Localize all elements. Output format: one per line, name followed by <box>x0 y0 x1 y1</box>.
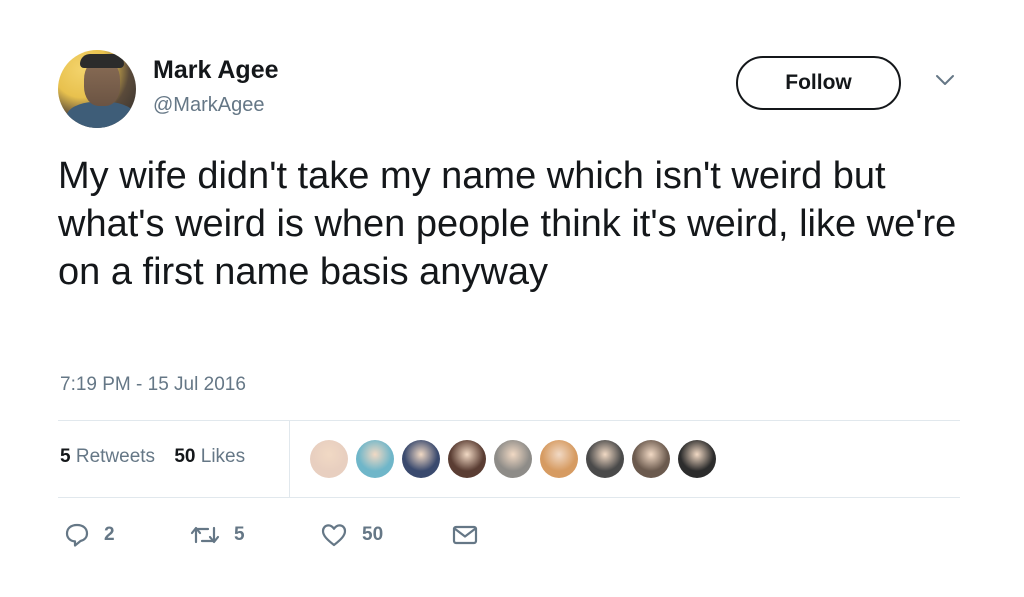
likes-stat-label: Likes <box>200 446 246 467</box>
message-icon <box>452 524 478 546</box>
retweet-count: 5 <box>234 524 245 545</box>
engagement-stats: 5 Retweets 50 Likes <box>60 446 259 468</box>
retweets-stat[interactable]: 5 Retweets <box>60 446 155 468</box>
divider-top <box>58 420 960 421</box>
avatar-hat <box>80 54 124 68</box>
liker-avatar[interactable] <box>540 440 578 478</box>
liker-avatar[interactable] <box>310 440 348 478</box>
liker-avatar[interactable] <box>494 440 532 478</box>
liker-avatar[interactable] <box>448 440 486 478</box>
reply-count: 2 <box>104 524 115 545</box>
stats-divider <box>289 421 290 497</box>
like-count: 50 <box>362 524 384 545</box>
like-action[interactable]: 50 <box>320 520 383 550</box>
tweet-timestamp[interactable]: 7:19 PM - 15 Jul 2016 <box>60 374 246 396</box>
like-icon <box>320 522 348 548</box>
liker-avatar[interactable] <box>356 440 394 478</box>
author-display-name[interactable]: Mark Agee <box>153 56 279 85</box>
liker-avatar[interactable] <box>632 440 670 478</box>
liker-avatar[interactable] <box>586 440 624 478</box>
tweet-text: My wife didn't take my name which isn't … <box>58 155 957 293</box>
tweet-card: Mark Agee @MarkAgee Follow My wife didn'… <box>0 0 1024 597</box>
liker-avatar[interactable] <box>678 440 716 478</box>
retweets-stat-count: 5 <box>60 446 71 467</box>
follow-button[interactable]: Follow <box>736 56 901 110</box>
author-handle[interactable]: @MarkAgee <box>153 94 264 117</box>
reply-icon <box>64 522 90 548</box>
retweets-stat-label: Retweets <box>75 446 156 467</box>
author-avatar[interactable] <box>58 50 136 128</box>
likes-stat[interactable]: 50 Likes <box>174 446 245 468</box>
chevron-down-icon[interactable] <box>934 72 956 88</box>
liker-avatar[interactable] <box>402 440 440 478</box>
direct-message-action[interactable] <box>452 520 478 550</box>
likes-stat-count: 50 <box>174 446 196 467</box>
reply-action[interactable]: 2 <box>64 520 115 550</box>
retweet-action[interactable]: 5 <box>190 520 245 550</box>
divider-bottom <box>58 497 960 498</box>
retweet-icon <box>190 523 220 547</box>
